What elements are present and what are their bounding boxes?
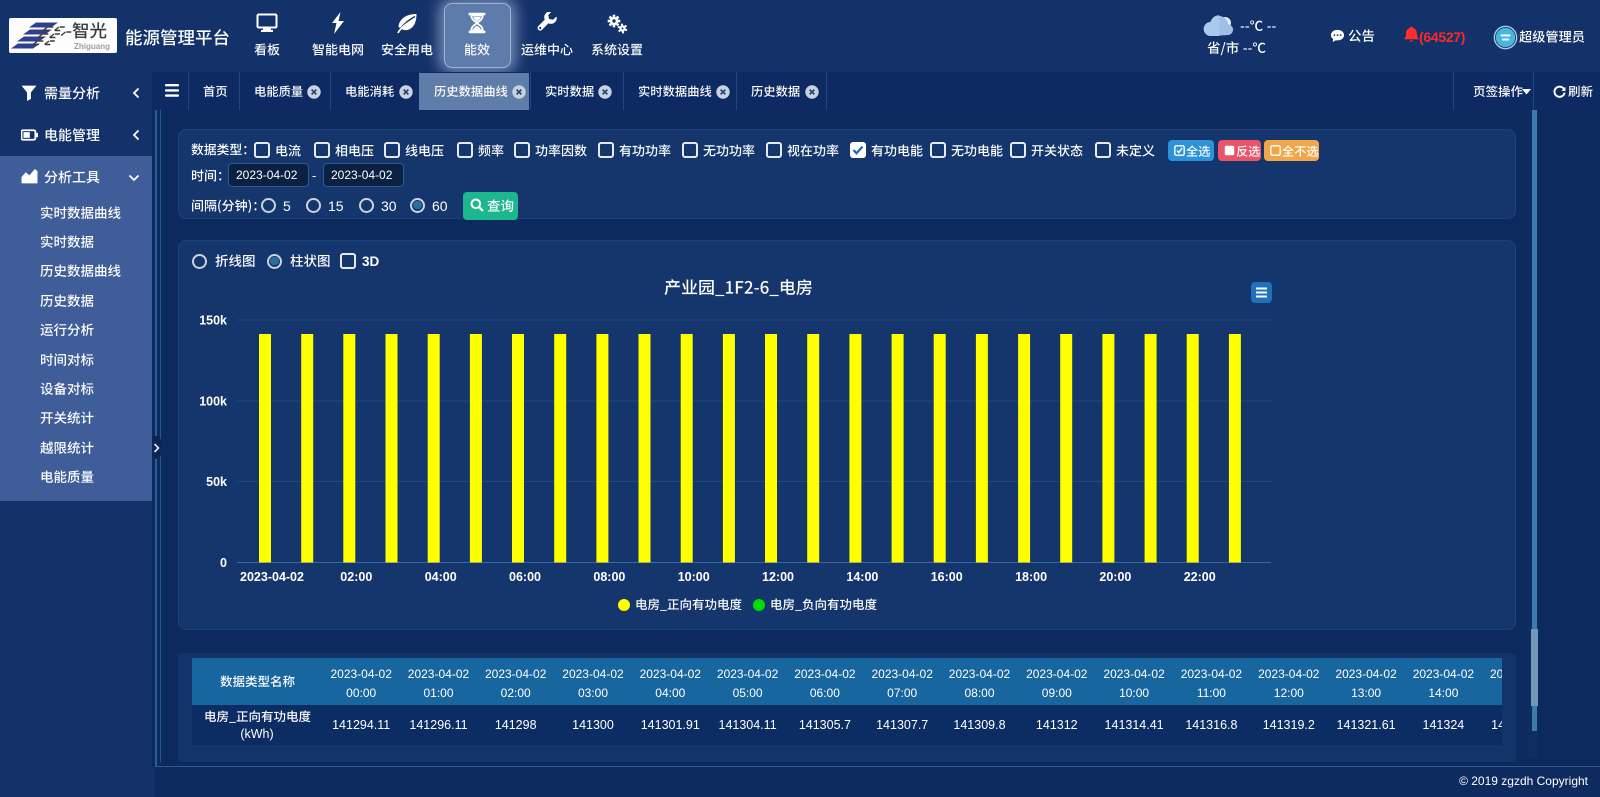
svg-text:06:00: 06:00	[509, 570, 541, 584]
svg-text:14:00: 14:00	[846, 570, 878, 584]
svg-text:2023-04-02: 2023-04-02	[240, 570, 304, 584]
svg-text:08:00: 08:00	[593, 570, 625, 584]
svg-text:150k: 150k	[199, 314, 227, 328]
svg-text:0: 0	[220, 556, 227, 570]
svg-text:100k: 100k	[199, 395, 227, 409]
svg-text:04:00: 04:00	[425, 570, 457, 584]
svg-text:20:00: 20:00	[1099, 570, 1131, 584]
svg-text:22:00: 22:00	[1184, 570, 1216, 584]
svg-text:10:00: 10:00	[678, 570, 710, 584]
svg-text:12:00: 12:00	[762, 570, 794, 584]
svg-text:50k: 50k	[206, 475, 227, 489]
svg-text:02:00: 02:00	[340, 570, 372, 584]
svg-text:18:00: 18:00	[1015, 570, 1047, 584]
svg-text:16:00: 16:00	[931, 570, 963, 584]
